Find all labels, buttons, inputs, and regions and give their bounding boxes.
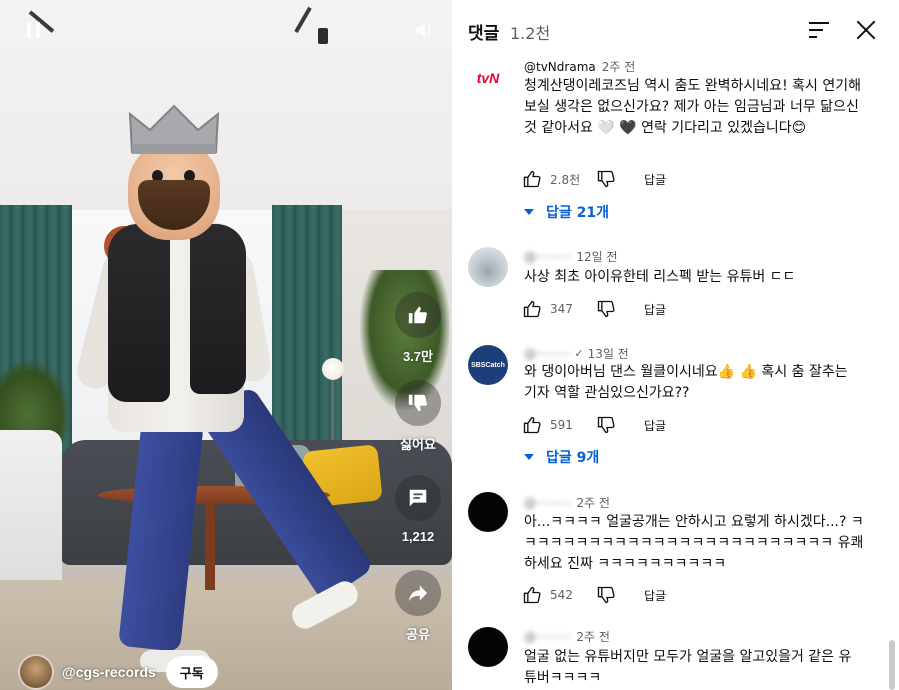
thumbs-up-icon bbox=[408, 306, 427, 324]
comment-like-count: 591 bbox=[550, 418, 573, 432]
like-action: 3.7만 bbox=[390, 292, 446, 365]
comment-actions: 591 답글 bbox=[520, 413, 666, 437]
comment-time[interactable]: 2주 전 bbox=[602, 58, 636, 75]
thumbs-down-icon bbox=[597, 416, 615, 434]
comment-dislike-button[interactable] bbox=[594, 297, 618, 321]
comment-like-button[interactable] bbox=[520, 413, 544, 437]
comment-time[interactable]: 13일 전 bbox=[588, 345, 629, 362]
thumbs-down-icon bbox=[408, 394, 427, 412]
comment-text: 와 댕이아버님 댄스 월클이시네요👍 👍 혹시 춤 잘추는 기자 역할 관심있으… bbox=[524, 364, 848, 401]
thumbs-up-icon bbox=[523, 416, 541, 434]
comment-meta: @········· 12일 전 bbox=[524, 248, 618, 265]
verified-check-icon: ✓ bbox=[574, 347, 584, 360]
channel-name[interactable]: @cgs-records bbox=[62, 664, 156, 680]
black-avatar-icon[interactable] bbox=[468, 627, 508, 667]
like-count: 3.7만 bbox=[402, 349, 434, 364]
video-player[interactable]: 3.7만 싫어요 1,212 공유 @cgs-records 구독 bbox=[0, 0, 452, 690]
comment-reply-button[interactable]: 답글 bbox=[644, 587, 666, 604]
comments-count: 1.2천 bbox=[510, 24, 551, 43]
comment-actions: 542 답글 bbox=[520, 583, 666, 607]
comment-reply-button[interactable]: 답글 bbox=[644, 301, 666, 318]
comment-like-count: 542 bbox=[550, 588, 573, 602]
comment-actions: 347 답글 bbox=[520, 297, 666, 321]
dislike-action: 싫어요 bbox=[390, 380, 446, 453]
volume-icon bbox=[416, 22, 431, 38]
thumbs-down-icon bbox=[597, 300, 615, 318]
floor-lamp bbox=[331, 372, 334, 442]
comment-time[interactable]: 12일 전 bbox=[576, 248, 617, 265]
comment-count: 1,212 bbox=[401, 529, 435, 544]
comment-like-button[interactable] bbox=[520, 583, 544, 607]
thumbs-up-icon bbox=[523, 170, 541, 188]
comment-text: 사상 최초 아이유한테 리스펙 받는 유튜버 ㄷㄷ bbox=[524, 269, 796, 285]
pause-icon bbox=[27, 22, 40, 38]
comment-time[interactable]: 2주 전 bbox=[576, 494, 610, 511]
comments-title: 댓글 bbox=[468, 24, 500, 44]
chevron-down-icon bbox=[524, 209, 534, 215]
comment-dislike-button[interactable] bbox=[594, 413, 618, 437]
ceiling bbox=[0, 0, 452, 210]
comments-button[interactable] bbox=[395, 475, 441, 521]
subscribe-button[interactable]: 구독 bbox=[165, 656, 218, 688]
volume-button[interactable] bbox=[414, 20, 436, 40]
comment-like-count: 347 bbox=[550, 302, 573, 316]
dancer-vest bbox=[190, 224, 246, 394]
thumbs-up-icon bbox=[523, 300, 541, 318]
share-label: 공유 bbox=[406, 627, 430, 642]
dancer-vest bbox=[108, 224, 170, 402]
comments-header: 댓글 1.2천 bbox=[452, 0, 899, 58]
channel-avatar[interactable] bbox=[18, 654, 54, 690]
comment-author[interactable]: @tvNdrama bbox=[524, 60, 596, 74]
comment-like-button[interactable] bbox=[520, 297, 544, 321]
comment-meta: @tvNdrama 2주 전 bbox=[524, 58, 635, 75]
like-button[interactable] bbox=[395, 292, 441, 338]
comment-text: 얼굴 없는 유튜버지만 모두가 얼굴을 알고있을거 같은 유튜버ㅋㅋㅋㅋ bbox=[524, 649, 852, 686]
comment-meta: @········· ✓ 13일 전 bbox=[524, 345, 629, 362]
tvn-logo-icon[interactable]: tvN bbox=[468, 58, 508, 98]
comment-author[interactable]: @········· bbox=[524, 250, 570, 264]
share-action: 공유 bbox=[390, 570, 446, 643]
comment-meta: @········· 2주 전 bbox=[524, 494, 610, 511]
close-icon[interactable] bbox=[853, 17, 879, 43]
comment-author[interactable]: @········· bbox=[524, 496, 570, 510]
comment-reply-button[interactable]: 답글 bbox=[644, 171, 666, 188]
comment-reply-button[interactable]: 답글 bbox=[644, 417, 666, 434]
comment-dislike-button[interactable] bbox=[594, 167, 618, 191]
comment-like-button[interactable] bbox=[520, 167, 544, 191]
comment-author[interactable]: @········· bbox=[524, 630, 570, 644]
sbs-catch-logo-icon[interactable]: SBSCatch bbox=[468, 345, 508, 385]
comment-meta: @········· 2주 전 bbox=[524, 628, 610, 645]
comment-text: 아...ㅋㅋㅋㅋ 얼굴공개는 안하시고 요렇게 하시겠다...? ㅋㅋㅋㅋㅋㅋㅋ… bbox=[524, 514, 864, 572]
view-replies-button[interactable]: 답글 21개 bbox=[524, 201, 609, 223]
comment-icon bbox=[409, 489, 427, 507]
landscape-avatar-icon[interactable] bbox=[468, 247, 508, 287]
play-pause-button[interactable] bbox=[24, 20, 44, 40]
comment-like-count: 2.8천 bbox=[550, 172, 581, 187]
thumbs-down-icon bbox=[597, 170, 615, 188]
replies-count: 답글 9개 bbox=[546, 450, 600, 466]
comment-dislike-button[interactable] bbox=[594, 583, 618, 607]
sort-icon[interactable] bbox=[807, 18, 831, 42]
channel-row: @cgs-records 구독 bbox=[18, 653, 218, 690]
crown-icon bbox=[128, 104, 220, 154]
share-button[interactable] bbox=[395, 570, 441, 616]
ceiling-spotlight bbox=[318, 28, 328, 44]
black-avatar-icon[interactable] bbox=[468, 492, 508, 532]
comment-actions: 2.8천 답글 bbox=[520, 167, 666, 191]
dislike-label: 싫어요 bbox=[400, 437, 436, 452]
comment-time[interactable]: 2주 전 bbox=[576, 628, 610, 645]
comments-panel: 댓글 1.2천 tvN @tvNdrama 2주 전 청계산댕이레코즈님 역시 … bbox=[452, 0, 899, 690]
scrollbar[interactable] bbox=[888, 640, 896, 690]
chevron-down-icon bbox=[524, 454, 534, 460]
share-icon bbox=[408, 585, 428, 602]
view-replies-button[interactable]: 답글 9개 bbox=[524, 446, 599, 468]
comments-action: 1,212 bbox=[390, 475, 446, 544]
thumbs-down-icon bbox=[597, 586, 615, 604]
replies-count: 답글 21개 bbox=[546, 205, 609, 221]
thumbs-up-icon bbox=[523, 586, 541, 604]
lamp-globe bbox=[322, 358, 344, 380]
dislike-button[interactable] bbox=[395, 380, 441, 426]
comment-text: 청계산댕이레코즈님 역시 춤도 완벽하시네요! 혹시 연기해 보실 생각은 없으… bbox=[524, 78, 861, 136]
comment-author[interactable]: @········· bbox=[524, 347, 570, 361]
